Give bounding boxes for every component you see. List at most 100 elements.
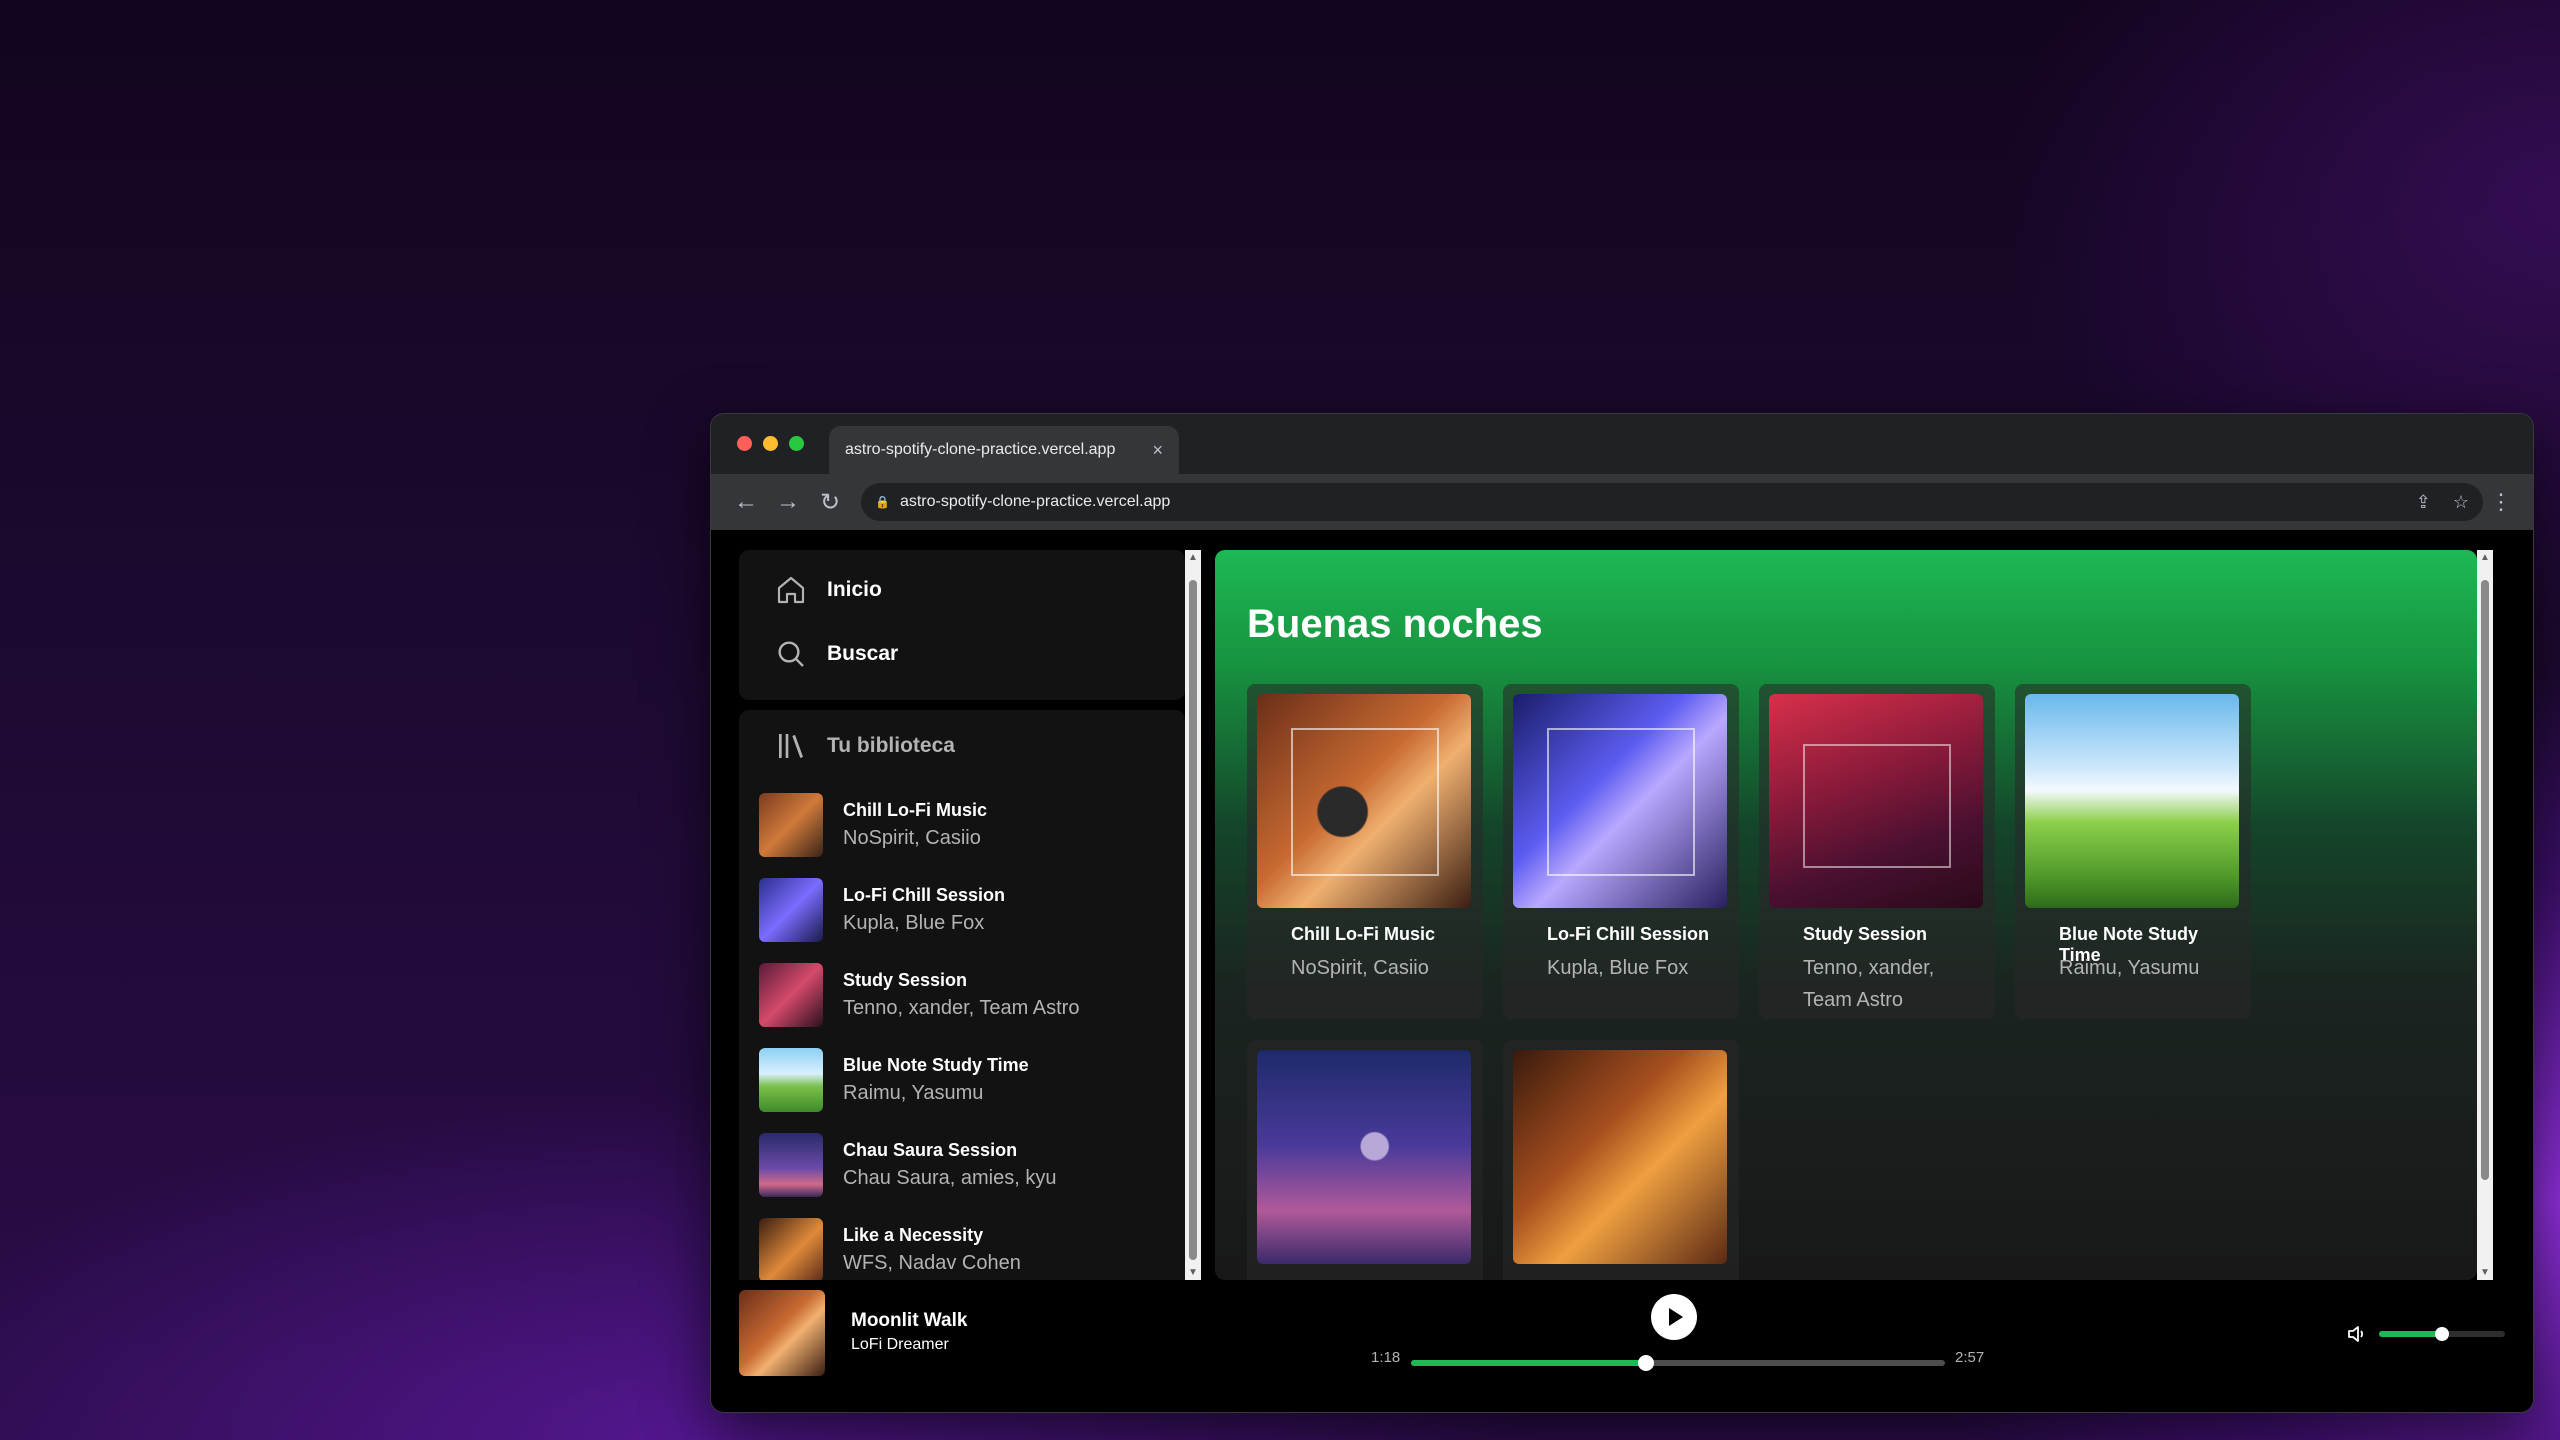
browser-toolbar: ← → ↻ 🔒 astro-spotify-clone-practice.ver…	[711, 474, 2533, 530]
playlist-card[interactable]: Study Session Tenno, xander, Team Astro	[1759, 684, 1995, 1019]
sidebar-item-home[interactable]: Inicio	[739, 558, 1185, 622]
scroll-up-icon[interactable]: ▲	[1185, 552, 1201, 563]
browser-titlebar: astro-spotify-clone-practice.vercel.app …	[711, 414, 2533, 474]
sidebar-item-label: Buscar	[827, 642, 899, 665]
maximize-window-button[interactable]	[789, 436, 804, 451]
scroll-down-icon[interactable]: ▼	[1185, 1267, 1201, 1278]
page-title: Buenas noches	[1247, 602, 1543, 646]
card-artists: Kupla, Blue Fox	[1547, 957, 1689, 979]
playlist-cover	[759, 1047, 823, 1112]
card-artists: Raimu, Yasumu	[2059, 957, 2200, 979]
playlist-artists: NoSpirit, Casiio	[843, 826, 981, 849]
close-window-button[interactable]	[737, 436, 752, 451]
forward-icon[interactable]: →	[767, 488, 809, 516]
sidebar-scroll-thumb[interactable]	[1189, 580, 1197, 1260]
play-icon	[1669, 1308, 1683, 1326]
main-view: Buenas noches Chill Lo-Fi Music NoSpirit…	[1215, 550, 2477, 1280]
sidebar-scrollbar[interactable]: ▲ ▼	[1185, 550, 1201, 1280]
library-header[interactable]: Tu biblioteca	[739, 710, 1185, 782]
playlist-artists: Tenno, xander, Team Astro	[843, 996, 1080, 1019]
back-icon[interactable]: ←	[725, 488, 767, 516]
tab-close-icon[interactable]: ×	[1152, 440, 1163, 461]
playlist-cover	[1257, 694, 1471, 908]
main-scroll-thumb[interactable]	[2481, 580, 2489, 1180]
card-artists: Tenno, xander, Team Astro	[1803, 957, 1935, 1011]
browser-window: astro-spotify-clone-practice.vercel.app …	[710, 413, 2534, 1413]
card-title: Chill Lo-Fi Music	[1291, 924, 1435, 944]
library-item[interactable]: Chill Lo-Fi Music NoSpirit, Casiio	[739, 782, 1185, 867]
playlist-title: Study Session	[843, 969, 968, 990]
playlist-title: Blue Note Study Time	[843, 1054, 1029, 1075]
library-panel: Tu biblioteca Chill Lo-Fi Music NoSpirit,…	[739, 710, 1185, 1280]
tab-title: astro-spotify-clone-practice.vercel.app	[845, 441, 1116, 458]
playlist-cover	[759, 1217, 823, 1280]
library-title: Tu biblioteca	[827, 734, 955, 757]
sidebar-nav: Inicio Buscar	[739, 550, 1185, 700]
page-content: Inicio Buscar Tu biblioteca Chill Lo-Fi …	[711, 530, 2533, 1412]
reload-icon[interactable]: ↻	[809, 488, 851, 517]
playlist-artists: Raimu, Yasumu	[843, 1081, 984, 1104]
playlist-cover	[1513, 1050, 1727, 1264]
playlist-artists: Chau Saura, amies, kyu	[843, 1166, 1057, 1189]
playlist-cover	[1257, 1050, 1471, 1264]
progress-fill	[1411, 1360, 1646, 1366]
now-playing-artist[interactable]: LoFi Dreamer	[851, 1336, 949, 1354]
url-text: astro-spotify-clone-practice.vercel.app	[899, 493, 1171, 510]
playlist-card[interactable]	[1503, 1040, 1739, 1280]
playlist-artists: Kupla, Blue Fox	[843, 911, 985, 934]
playlist-card[interactable]	[1247, 1040, 1483, 1280]
library-item[interactable]: Like a Necessity WFS, Nadav Cohen	[739, 1207, 1185, 1280]
playlist-cover	[2025, 694, 2239, 908]
card-title: Study Session	[1803, 924, 1928, 944]
card-artists: NoSpirit, Casiio	[1291, 957, 1429, 979]
player-bar: Moonlit Walk LoFi Dreamer 1:18 2:57	[711, 1280, 2533, 1410]
progress-bar[interactable]	[1411, 1355, 1945, 1371]
share-icon[interactable]: ⇪	[2416, 492, 2431, 513]
elapsed-time: 1:18	[1371, 1349, 1401, 1366]
volume-fill	[2379, 1331, 2442, 1337]
minimize-window-button[interactable]	[763, 436, 778, 451]
playlist-title: Like a Necessity	[843, 1224, 984, 1245]
main-scrollbar[interactable]: ▲ ▼	[2477, 550, 2493, 1280]
playlist-cover	[759, 1132, 823, 1197]
kebab-menu-icon[interactable]: ⋮	[2483, 489, 2519, 515]
volume-icon[interactable]	[2345, 1322, 2369, 1346]
scroll-down-icon[interactable]: ▼	[2477, 1267, 2493, 1278]
volume-handle[interactable]	[2435, 1327, 2449, 1341]
playlist-cover	[759, 962, 823, 1027]
sidebar-item-label: Inicio	[827, 578, 882, 601]
playlist-title: Chill Lo-Fi Music	[843, 799, 987, 820]
now-playing-cover[interactable]	[739, 1290, 825, 1376]
search-icon	[778, 641, 804, 667]
volume-slider[interactable]	[2379, 1327, 2505, 1341]
library-item[interactable]: Chau Saura Session Chau Saura, amies, kyu	[739, 1122, 1185, 1207]
playlist-cover	[759, 877, 823, 942]
card-title: Lo-Fi Chill Session	[1547, 924, 1710, 944]
playlist-title: Lo-Fi Chill Session	[843, 884, 1006, 905]
address-bar[interactable]: 🔒 astro-spotify-clone-practice.vercel.ap…	[861, 483, 2483, 521]
library-item[interactable]: Lo-Fi Chill Session Kupla, Blue Fox	[739, 867, 1185, 952]
sidebar: Inicio Buscar Tu biblioteca Chill Lo-Fi …	[739, 550, 1185, 1280]
window-controls	[737, 436, 804, 451]
progress-handle[interactable]	[1637, 1355, 1654, 1371]
lock-icon: 🔒	[875, 495, 890, 509]
playlist-cover	[759, 792, 823, 857]
playlist-artists: WFS, Nadav Cohen	[843, 1251, 1021, 1274]
playlist-title: Chau Saura Session	[843, 1139, 1018, 1160]
playlist-card[interactable]: Lo-Fi Chill Session Kupla, Blue Fox	[1503, 684, 1739, 1019]
now-playing-title[interactable]: Moonlit Walk	[851, 1310, 967, 1332]
browser-tab[interactable]: astro-spotify-clone-practice.vercel.app …	[829, 426, 1179, 474]
playlist-cover	[1513, 694, 1727, 908]
bookmark-star-icon[interactable]: ☆	[2453, 492, 2469, 513]
total-duration: 2:57	[1955, 1349, 1985, 1366]
library-icon	[779, 734, 803, 758]
library-item[interactable]: Blue Note Study Time Raimu, Yasumu	[739, 1037, 1185, 1122]
playlist-card[interactable]: Chill Lo-Fi Music NoSpirit, Casiio	[1247, 684, 1483, 1019]
playlist-card[interactable]: Blue Note Study Time Raimu, Yasumu	[2015, 684, 2251, 1019]
sidebar-item-search[interactable]: Buscar	[739, 622, 1185, 686]
play-button[interactable]	[1651, 1294, 1697, 1340]
library-item[interactable]: Study Session Tenno, xander, Team Astro	[739, 952, 1185, 1037]
scroll-up-icon[interactable]: ▲	[2477, 552, 2493, 563]
playlist-cover	[1769, 694, 1983, 908]
home-icon	[777, 576, 805, 604]
